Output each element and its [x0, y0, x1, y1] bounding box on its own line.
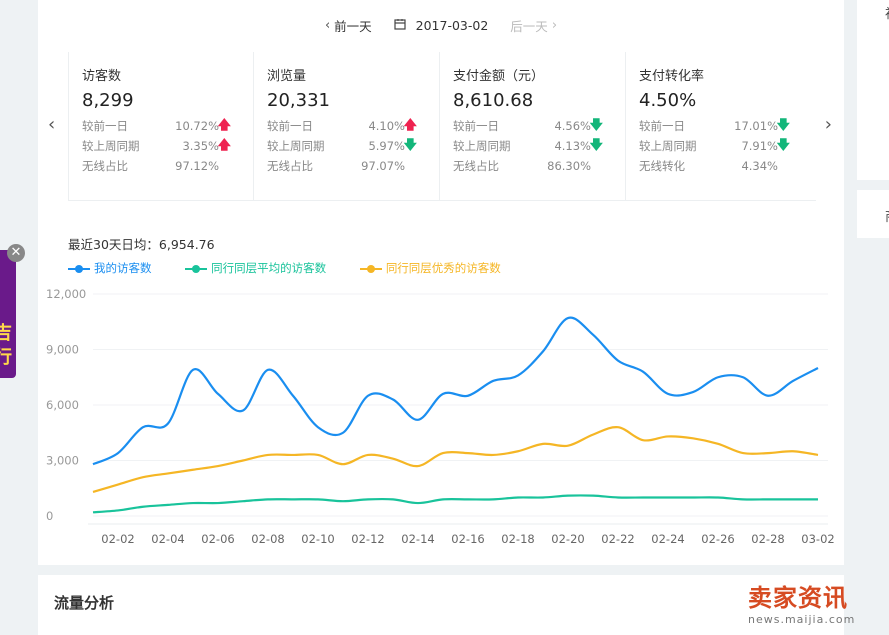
- traffic-analysis-section: 流量分析: [38, 575, 844, 635]
- visitors-line-chart: 0 3,000 6,000 9,000 12,000 02-02 02-04 02-06 02-…: [46, 287, 835, 546]
- right-sidebar-panel-2: 商: [857, 190, 889, 238]
- kpi-title: 访客数: [82, 69, 122, 84]
- y-tick-label: 12,000: [46, 287, 86, 301]
- date-bar: ‹ 前一天 2017-03-02 后一天 ›: [38, 0, 844, 52]
- chevron-right-icon: ›: [551, 18, 558, 33]
- kpi-title: 支付金额（元）: [453, 69, 545, 84]
- x-tick-label: 02-22: [601, 532, 634, 546]
- y-tick-label: 6,000: [46, 398, 79, 412]
- x-tick-label: 02-28: [751, 532, 784, 546]
- x-tick-label: 02-06: [201, 532, 234, 546]
- x-tick-label: 02-04: [151, 532, 184, 546]
- x-tick-label: 02-26: [701, 532, 734, 546]
- prev-day-label: 前一天: [334, 19, 372, 34]
- x-tick-label: 02-10: [301, 532, 334, 546]
- x-tick-label: 02-20: [551, 532, 584, 546]
- next-day-label: 后一天: [510, 19, 548, 34]
- right-panel-text: 衫: [885, 3, 889, 22]
- watermark-url: news.maijia.com: [748, 613, 856, 626]
- overview-panel: ‹ › 访客数 8,299 较前一日 10.72% 🡅 较上周同期 3.35% 🡅 无线…: [38, 52, 844, 565]
- y-tick-label: 3,000: [46, 454, 79, 468]
- right-sidebar-panel: 衫: [857, 0, 889, 180]
- series-line-peer-average: [92, 494, 818, 514]
- kpi-title: 浏览量: [267, 69, 307, 84]
- close-icon[interactable]: ✕: [7, 244, 25, 262]
- watermark-title: 卖家资讯: [748, 584, 848, 612]
- y-tick-label: 9,000: [46, 343, 79, 357]
- y-tick-label: 0: [46, 509, 53, 523]
- next-day-button[interactable]: 后一天 ›: [510, 16, 561, 35]
- watermark: 卖家资讯 news.maijia.com: [748, 578, 855, 626]
- kpi-title: 支付转化率: [639, 69, 705, 84]
- x-tick-label: 02-08: [251, 532, 284, 546]
- series-line-peer-best: [92, 426, 819, 494]
- right-panel-text: 商: [885, 206, 889, 225]
- x-tick-label: 02-12: [351, 532, 384, 546]
- chevron-left-icon: ‹: [324, 18, 331, 33]
- x-tick-label: 02-24: [651, 532, 684, 546]
- ad-text: 吉 行: [0, 323, 12, 368]
- calendar-icon[interactable]: [394, 18, 406, 33]
- current-date[interactable]: 2017-03-02: [416, 18, 489, 33]
- x-tick-label: 02-18: [501, 532, 534, 546]
- prev-day-button[interactable]: ‹ 前一天: [321, 16, 372, 35]
- date-navigator: ‹ 前一天 2017-03-02 后一天 ›: [38, 16, 844, 35]
- floating-ad[interactable]: 吉 行: [0, 250, 16, 378]
- x-tick-label: 02-16: [451, 532, 484, 546]
- x-tick-label: 03-02: [801, 532, 834, 546]
- x-tick-label: 02-14: [401, 532, 434, 546]
- section-title: 流量分析: [54, 594, 115, 612]
- x-tick-label: 02-02: [101, 532, 134, 546]
